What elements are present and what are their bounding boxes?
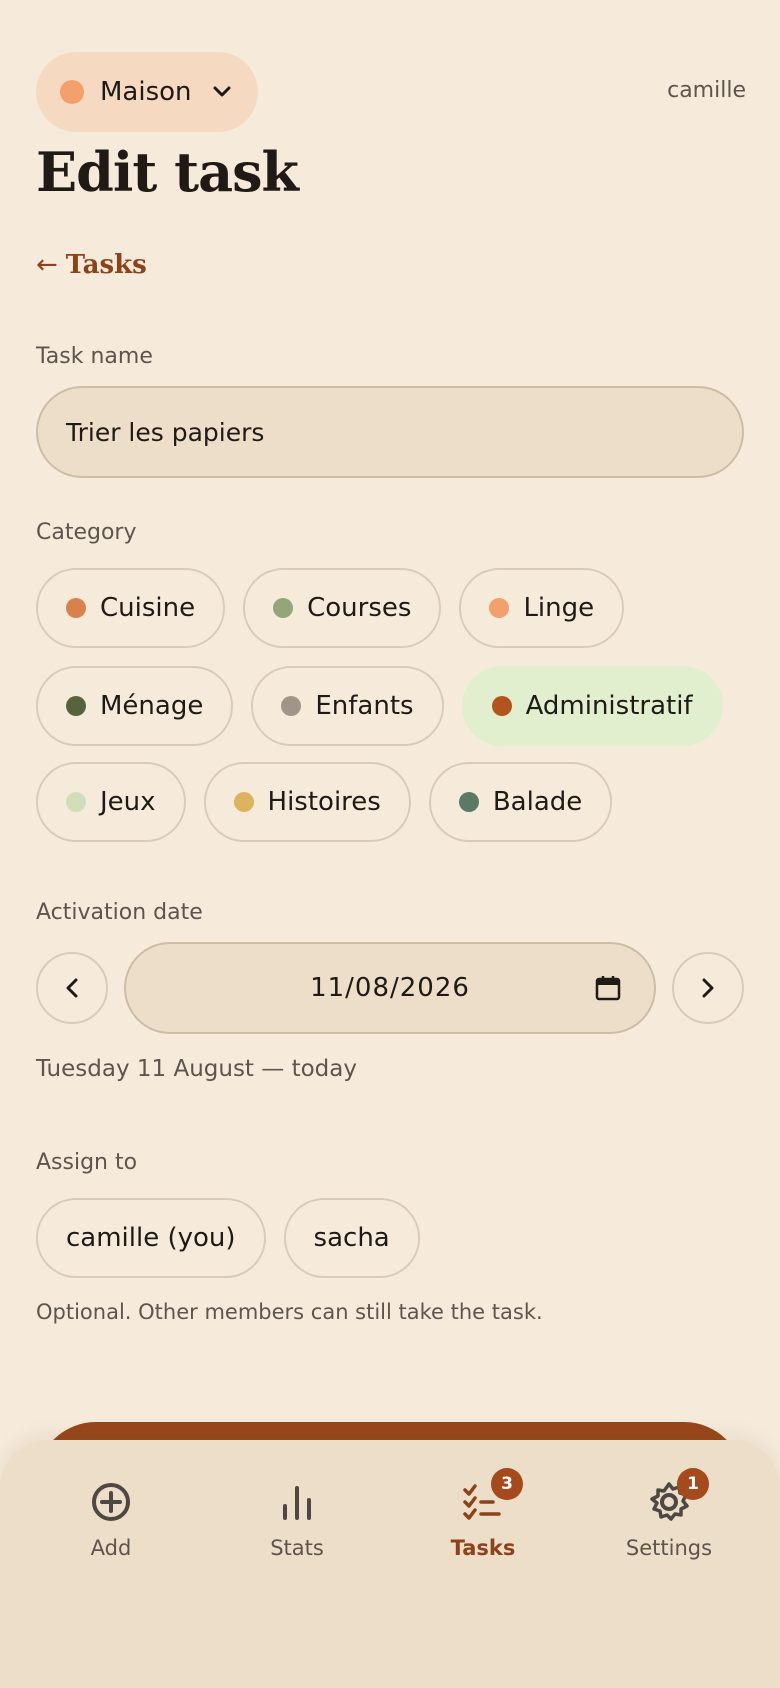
checklist-icon: 3 [461, 1468, 523, 1524]
category-row-3: Jeux Histoires Balade [36, 762, 613, 842]
nav-label: Add [90, 1536, 132, 1560]
category-dot [66, 598, 86, 618]
settings-badge: 1 [677, 1468, 709, 1500]
assignee-chip-sacha[interactable]: sacha [283, 1198, 420, 1278]
category-chip-label: Enfants [315, 691, 414, 721]
bar-chart-icon [275, 1480, 319, 1524]
category-chip-courses[interactable]: Courses [243, 568, 442, 648]
category-dot [458, 792, 479, 812]
category-chip-cuisine[interactable]: Cuisine [36, 568, 226, 648]
task-name-label: Task name [36, 344, 153, 369]
house-name: Maison [100, 77, 192, 107]
back-to-tasks-link[interactable]: ← Tasks [36, 250, 147, 280]
calendar-icon[interactable] [594, 974, 622, 1002]
assignee-label: sacha [313, 1223, 390, 1253]
chevron-right-icon [702, 978, 714, 998]
category-chip-menage[interactable]: Ménage [36, 666, 234, 746]
edit-task-screen: Maison camille Edit task ← Tasks Task na… [0, 0, 780, 1688]
nav-label: Stats [270, 1536, 324, 1560]
category-chip-label: Cuisine [100, 593, 196, 623]
task-name-input[interactable]: Trier les papiers [36, 386, 744, 478]
assignee-row: camille (you) sacha [36, 1198, 420, 1278]
nav-settings[interactable]: 1 Settings [576, 1468, 762, 1580]
category-chip-label: Histoires [267, 787, 381, 817]
assignee-chip-camille[interactable]: camille (you) [36, 1198, 266, 1278]
category-chip-label: Administratif [525, 691, 693, 721]
category-chip-label: Ménage [100, 691, 204, 721]
date-caption: Tuesday 11 August — today [36, 1056, 357, 1082]
nav-label: Settings [625, 1536, 713, 1560]
house-selector[interactable]: Maison [36, 52, 258, 132]
category-chip-histoires[interactable]: Histoires [203, 762, 411, 842]
chevron-down-icon [212, 82, 232, 102]
category-row-1: Cuisine Courses Linge [36, 568, 625, 648]
category-chip-label: Balade [492, 787, 583, 817]
category-dot [66, 696, 86, 716]
bottom-navigation: Add Stats 3 Tasks 1 Settings [0, 1440, 780, 1688]
back-link-label: Tasks [65, 250, 147, 280]
category-dot [233, 792, 254, 812]
arrow-left-icon: ← [36, 250, 58, 280]
nav-label: Tasks [450, 1536, 516, 1560]
category-chip-administratif[interactable]: Administratif [461, 666, 723, 746]
nav-add[interactable]: Add [18, 1470, 204, 1580]
nav-tasks[interactable]: 3 Tasks [390, 1468, 576, 1580]
category-chip-enfants[interactable]: Enfants [251, 666, 444, 746]
plus-circle-icon [89, 1480, 133, 1524]
category-chip-label: Jeux [100, 787, 156, 817]
assignee-label: camille (you) [66, 1223, 236, 1253]
category-row-2: Ménage Enfants Administratif [36, 666, 723, 746]
category-dot [489, 598, 510, 618]
house-color-dot [60, 80, 84, 104]
previous-date-button[interactable] [36, 952, 108, 1024]
category-dot [491, 696, 512, 716]
category-label: Category [36, 520, 137, 545]
category-chip-balade[interactable]: Balade [428, 762, 613, 842]
date-value: 11/08/2026 [310, 973, 470, 1003]
chevron-left-icon [66, 978, 78, 998]
activation-date-input[interactable]: 11/08/2026 [124, 942, 656, 1034]
category-chip-linge[interactable]: Linge [459, 568, 625, 648]
next-date-button[interactable] [672, 952, 744, 1024]
activation-date-label: Activation date [36, 900, 203, 925]
assign-optional-note: Optional. Other members can still take t… [36, 1300, 543, 1324]
category-dot [273, 598, 294, 618]
tasks-badge: 3 [491, 1468, 523, 1500]
category-dot [281, 696, 302, 716]
category-chip-jeux[interactable]: Jeux [36, 762, 186, 842]
gear-icon: 1 [647, 1468, 709, 1524]
task-name-value: Trier les papiers [66, 417, 265, 447]
category-chip-label: Linge [523, 593, 595, 623]
assign-to-label: Assign to [36, 1150, 138, 1175]
nav-stats[interactable]: Stats [204, 1470, 390, 1580]
current-user[interactable]: camille [667, 78, 746, 103]
category-dot [66, 792, 86, 812]
category-chip-label: Courses [307, 593, 412, 623]
page-title: Edit task [36, 140, 299, 204]
